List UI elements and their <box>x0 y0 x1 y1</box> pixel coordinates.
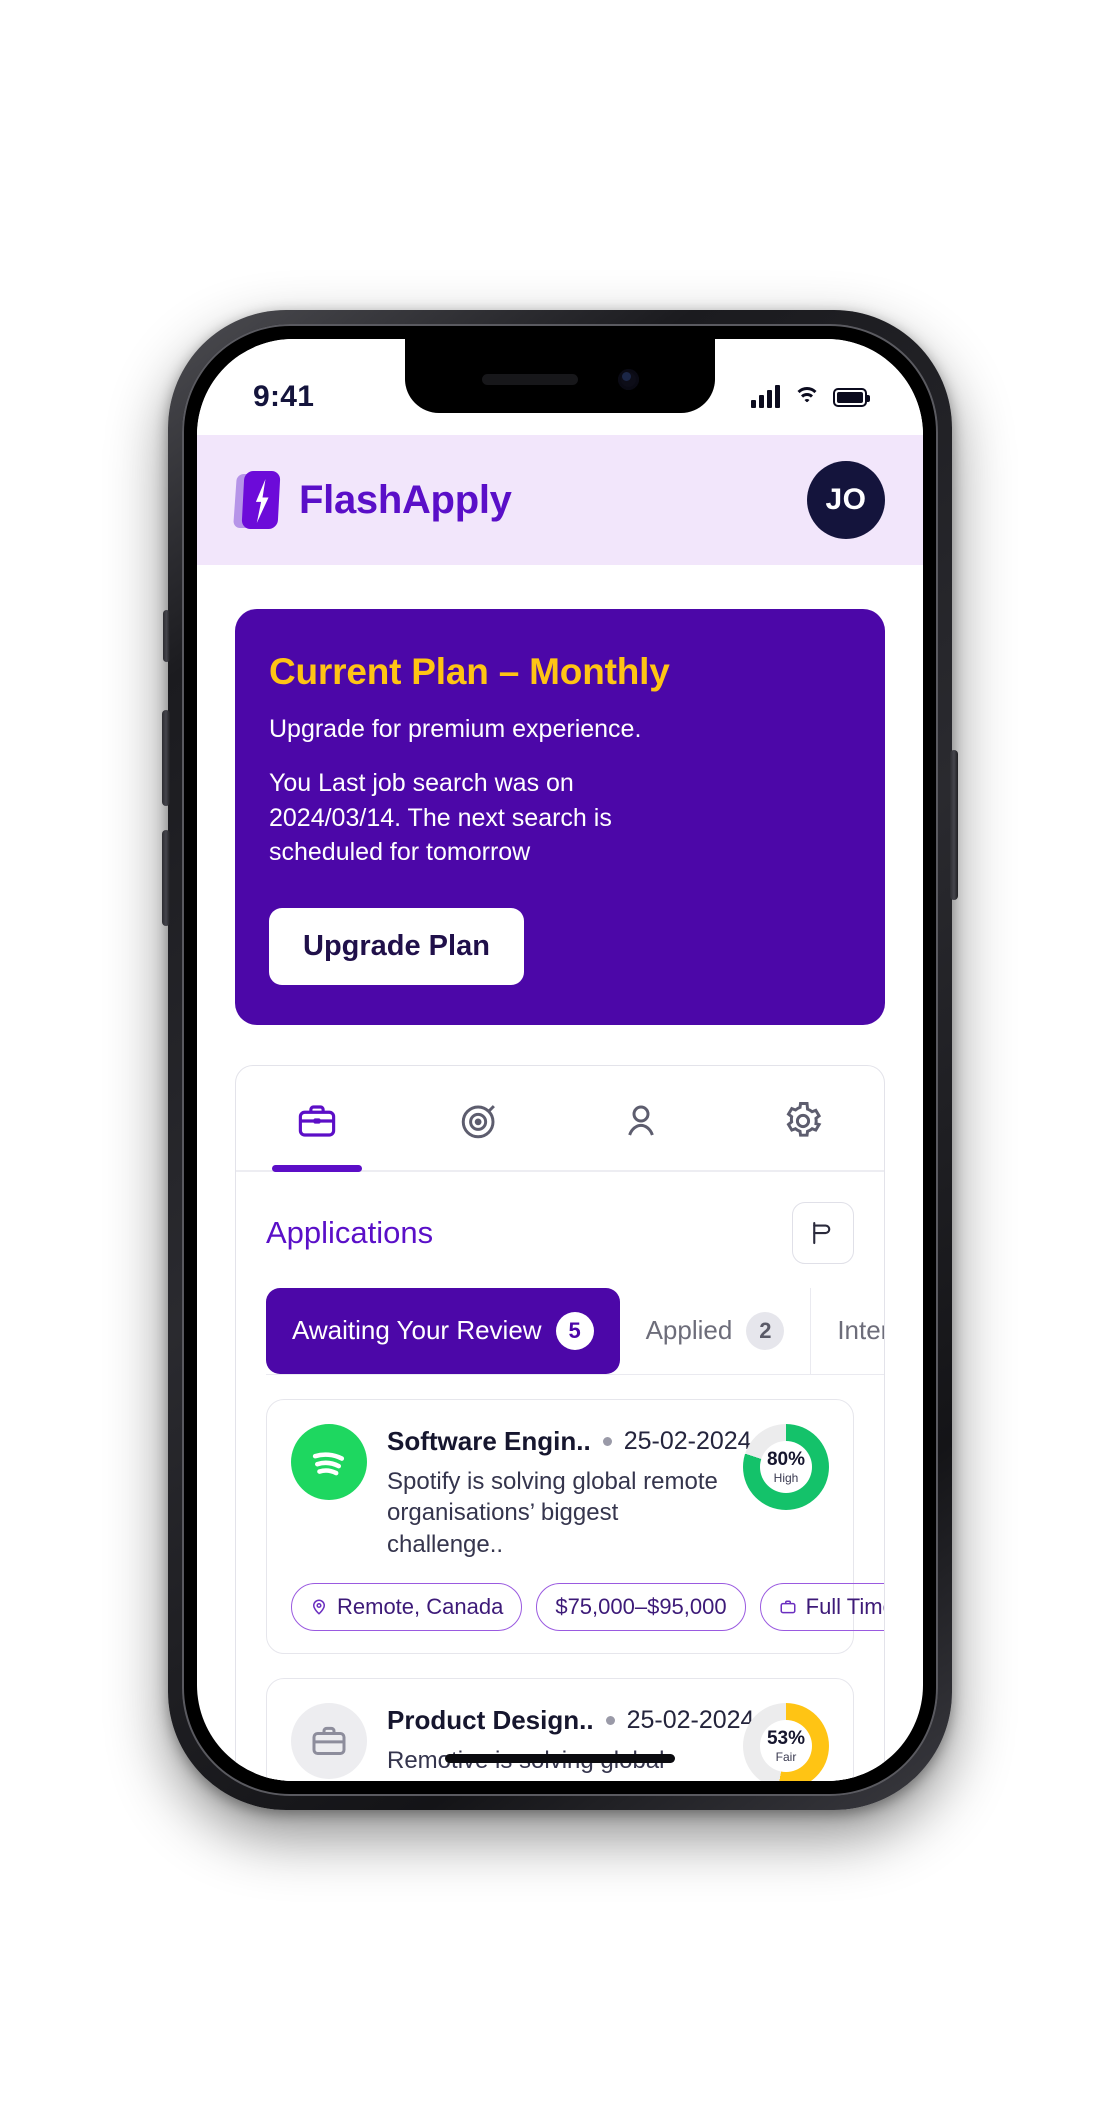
silent-switch[interactable] <box>163 610 170 662</box>
status-icons <box>751 385 870 408</box>
tag-salary: $75,000–$95,000 <box>536 1582 746 1631</box>
nav-tab-profile[interactable] <box>560 1066 722 1170</box>
gear-icon <box>786 1101 822 1137</box>
tab-label: Intervi <box>837 1315 884 1345</box>
job-description: Spotify is solving global remote organis… <box>387 1467 718 1558</box>
spotify-logo-icon <box>291 1423 367 1500</box>
tab-label: Awaiting Your Review <box>292 1315 542 1345</box>
user-icon <box>628 1105 654 1136</box>
phone-frame: 9:41 FlashApply JO Current Plan – Monthl… <box>162 310 958 1810</box>
filter-button[interactable] <box>792 1201 854 1264</box>
job-date: 25-02-2024 <box>623 1426 752 1455</box>
power-button[interactable] <box>950 750 958 900</box>
phone-bezel: 9:41 FlashApply JO Current Plan – Monthl… <box>182 324 938 1796</box>
tag-location: Remote, Canada <box>291 1582 523 1631</box>
score-percent: 53% <box>766 1727 806 1749</box>
brand-name: FlashApply <box>299 477 512 522</box>
score-label: High <box>773 1470 799 1485</box>
job-card[interactable]: Product Design.. 25-02-2024 Remotive is … <box>266 1677 854 1781</box>
location-pin-icon <box>312 1599 326 1615</box>
page-title: Applications <box>266 1214 434 1250</box>
tab-label: Applied <box>645 1315 733 1345</box>
nav-tab-settings[interactable] <box>722 1066 884 1170</box>
panel-header: Applications <box>236 1172 884 1276</box>
job-title: Software Engin.. <box>387 1425 591 1456</box>
job-title: Product Design.. <box>387 1704 594 1735</box>
separator-dot-icon <box>605 1715 615 1725</box>
tag-label: Remote, Canada <box>337 1593 504 1619</box>
app-header: FlashApply JO <box>197 435 923 565</box>
status-time: 9:41 <box>253 380 315 413</box>
upgrade-plan-button[interactable]: Upgrade Plan <box>269 907 524 985</box>
tab-applied[interactable]: Applied 2 <box>619 1287 812 1374</box>
match-score-donut: 80% High <box>743 1423 829 1510</box>
home-indicator[interactable] <box>445 1754 675 1763</box>
brand: FlashApply <box>233 471 512 529</box>
plan-note: You Last job search was on 2024/03/14. T… <box>269 769 612 866</box>
job-list: Software Engin.. 25-02-2024 Spotify is s… <box>236 1375 884 1781</box>
wifi-icon <box>793 386 820 408</box>
flash-bolt-logo-icon <box>233 471 281 529</box>
tag-employment-type: Full Time <box>759 1582 884 1631</box>
match-score-donut: 53% Fair <box>743 1702 829 1781</box>
battery-icon <box>833 387 870 407</box>
screenshot-stage: 9:41 FlashApply JO Current Plan – Monthl… <box>0 0 1120 2120</box>
current-plan-card: Current Plan – Monthly Upgrade for premi… <box>235 609 885 1025</box>
volume-down-button[interactable] <box>162 830 170 926</box>
app-content: Current Plan – Monthly Upgrade for premi… <box>197 609 923 1781</box>
cellular-signal-icon <box>751 385 780 408</box>
volume-up-button[interactable] <box>162 710 170 806</box>
score-label: Fair <box>775 1749 797 1764</box>
briefcase-small-icon <box>780 1600 796 1613</box>
nav-tabbar <box>236 1066 884 1172</box>
score-percent: 80% <box>766 1448 806 1470</box>
notch <box>405 339 715 413</box>
tab-awaiting-your-review[interactable]: Awaiting Your Review 5 <box>266 1287 620 1374</box>
earpiece-speaker <box>481 373 578 385</box>
separator-dot-icon <box>602 1436 612 1446</box>
job-date: 25-02-2024 <box>626 1705 755 1734</box>
plan-subtitle: Upgrade for premium experience. <box>269 715 642 743</box>
plan-title: Current Plan – Monthly <box>269 651 670 692</box>
tag-label: Full Time <box>805 1593 884 1619</box>
avatar[interactable]: JO <box>807 461 885 539</box>
briefcase-placeholder-icon <box>291 1702 367 1779</box>
tag-label: $75,000–$95,000 <box>555 1593 727 1619</box>
status-badge: 5 <box>555 1311 594 1350</box>
nav-tab-jobs[interactable] <box>236 1066 398 1172</box>
nav-tab-matches[interactable] <box>398 1066 560 1170</box>
job-card[interactable]: Software Engin.. 25-02-2024 Spotify is s… <box>266 1398 884 1654</box>
filter-icon <box>813 1221 831 1244</box>
briefcase-icon <box>298 1104 336 1137</box>
status-badge: 2 <box>746 1311 785 1350</box>
front-camera-icon <box>617 368 639 390</box>
applications-panel: Applications Awaiting Your Review 5 Appl… <box>235 1064 885 1781</box>
tab-interviewing[interactable]: Intervi <box>811 1287 884 1374</box>
job-tags: Remote, Canada $75,000–$95,000 Full Tim <box>291 1582 884 1631</box>
phone-screen: 9:41 FlashApply JO Current Plan – Monthl… <box>197 339 923 1781</box>
status-tabs: Awaiting Your Review 5 Applied 2 Intervi <box>266 1287 884 1375</box>
target-icon <box>461 1104 495 1138</box>
